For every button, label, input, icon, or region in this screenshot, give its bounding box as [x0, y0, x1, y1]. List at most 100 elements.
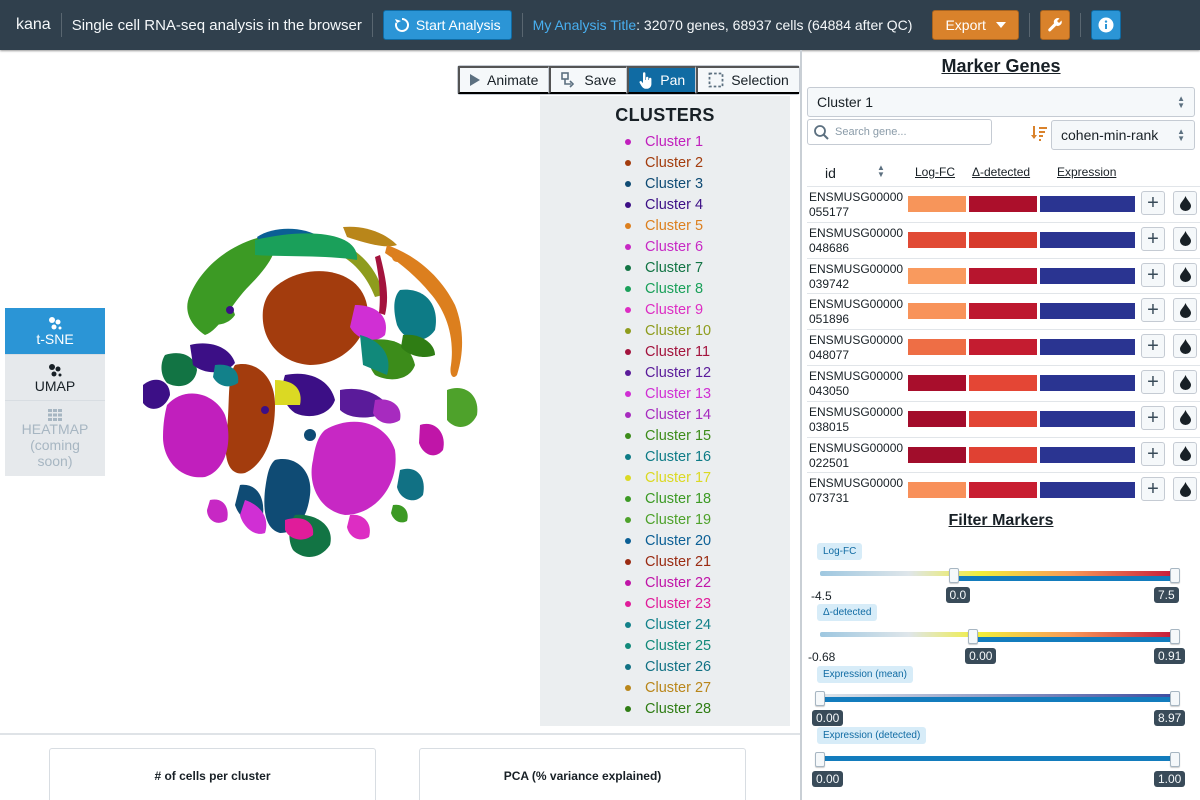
add-gene-button[interactable]: +	[1141, 370, 1165, 394]
selection-button[interactable]: Selection	[696, 66, 799, 94]
animate-button[interactable]: Animate	[458, 66, 550, 94]
clusters-legend: CLUSTERS Cluster 1 Cluster 2 Cluster 3 Clus…	[540, 96, 790, 726]
settings-wrench-button[interactable]	[1039, 10, 1070, 40]
pan-button[interactable]: Pan	[627, 66, 697, 94]
legend-item[interactable]: Cluster 12	[625, 362, 711, 383]
legend-item[interactable]: Cluster 3	[625, 173, 711, 194]
gene-search[interactable]	[807, 119, 992, 145]
wrench-icon	[1048, 18, 1062, 32]
legend-item[interactable]: Cluster 20	[625, 530, 711, 551]
add-gene-button[interactable]: +	[1141, 477, 1165, 502]
analysis-title-link[interactable]: My Analysis Title	[533, 17, 636, 33]
logfc-low-handle[interactable]	[948, 568, 959, 583]
legend-item[interactable]: Cluster 5	[625, 215, 711, 236]
legend-item-label: Cluster 8	[645, 280, 704, 297]
legend-item[interactable]: Cluster 19	[625, 509, 711, 530]
sort-caret-icon[interactable]: ▲ ▼	[877, 164, 885, 179]
legend-item-label: Cluster 24	[645, 616, 712, 633]
info-button[interactable]	[1090, 10, 1121, 40]
legend-item[interactable]: Cluster 13	[625, 383, 711, 404]
column-expression[interactable]: Expression	[1057, 165, 1116, 179]
table-row[interactable]: ENSMUSG00000043050 +	[807, 365, 1200, 401]
logfc-high-handle[interactable]	[1170, 568, 1180, 583]
table-row[interactable]: ENSMUSG00000055177 +	[807, 186, 1200, 222]
export-button[interactable]: Export	[932, 10, 1019, 40]
legend-item[interactable]: Cluster 14	[625, 404, 711, 425]
expression-detected-low-handle[interactable]	[815, 752, 825, 767]
cluster-select[interactable]: Cluster 1 ▲ ▼	[807, 87, 1195, 117]
legend-item[interactable]: Cluster 28	[625, 698, 711, 719]
tab-tsne[interactable]: t-SNE	[5, 308, 105, 354]
tsne-scatter-plot[interactable]	[135, 215, 495, 575]
color-by-gene-button[interactable]	[1173, 298, 1197, 323]
legend-item[interactable]: Cluster 9	[625, 299, 711, 320]
legend-item[interactable]: Cluster 27	[625, 677, 711, 698]
legend-item[interactable]: Cluster 18	[625, 488, 711, 509]
table-row[interactable]: ENSMUSG00000051896 +	[807, 293, 1200, 329]
legend-item[interactable]: Cluster 22	[625, 572, 711, 593]
table-row[interactable]: ENSMUSG00000073731 +	[807, 472, 1200, 508]
table-row[interactable]: ENSMUSG00000038015 +	[807, 400, 1200, 437]
color-by-gene-button[interactable]	[1173, 370, 1197, 394]
color-by-gene-button[interactable]	[1173, 226, 1197, 251]
add-gene-button[interactable]: +	[1141, 226, 1165, 251]
color-by-gene-button[interactable]	[1173, 334, 1197, 359]
add-gene-button[interactable]: +	[1141, 191, 1165, 215]
logfc-low-value: 0.0	[945, 587, 971, 603]
save-button[interactable]: Save	[549, 66, 628, 94]
rank-select[interactable]: cohen-min-rank ▲ ▼	[1051, 120, 1195, 150]
add-gene-button[interactable]: +	[1141, 441, 1165, 466]
legend-item[interactable]: Cluster 23	[625, 593, 711, 614]
legend-item[interactable]: Cluster 10	[625, 320, 711, 341]
legend-item[interactable]: Cluster 8	[625, 278, 711, 299]
legend-item[interactable]: Cluster 4	[625, 194, 711, 215]
search-input[interactable]	[835, 126, 985, 138]
legend-item[interactable]: Cluster 16	[625, 446, 711, 467]
play-icon	[470, 74, 480, 86]
legend-item[interactable]: Cluster 25	[625, 635, 711, 656]
add-gene-button[interactable]: +	[1141, 334, 1165, 359]
column-detected[interactable]: Δ-detected	[972, 165, 1030, 179]
color-by-gene-button[interactable]	[1173, 477, 1197, 502]
sort-desc-icon[interactable]	[1031, 125, 1047, 141]
legend-color-dot	[625, 537, 631, 544]
color-by-gene-button[interactable]	[1173, 191, 1197, 215]
expression-mean-low-value: 0.00	[812, 710, 844, 726]
table-row[interactable]: ENSMUSG00000048686 +	[807, 221, 1200, 258]
expression-cell	[1040, 303, 1135, 320]
legend-item[interactable]: Cluster 17	[625, 467, 711, 488]
color-by-gene-button[interactable]	[1173, 405, 1197, 430]
color-by-gene-button[interactable]	[1173, 441, 1197, 466]
expression-mean-low-handle[interactable]	[815, 691, 825, 706]
table-row[interactable]: ENSMUSG00000022501 +	[807, 436, 1200, 473]
legend-item[interactable]: Cluster 7	[625, 257, 711, 278]
tab-umap[interactable]: UMAP	[5, 354, 105, 400]
logfc-cell	[908, 410, 966, 427]
navbar-divider	[371, 13, 373, 37]
legend-item[interactable]: Cluster 15	[625, 425, 711, 446]
add-gene-button[interactable]: +	[1141, 405, 1165, 430]
expression-detected-high-handle[interactable]	[1170, 752, 1180, 767]
start-analysis-button[interactable]: Start Analysis	[382, 10, 512, 40]
table-row[interactable]: ENSMUSG00000039742 +	[807, 257, 1200, 294]
column-logfc[interactable]: Log-FC	[915, 165, 955, 179]
legend-item[interactable]: Cluster 6	[625, 236, 711, 257]
legend-item[interactable]: Cluster 24	[625, 614, 711, 635]
legend-item[interactable]: Cluster 11	[625, 341, 711, 362]
add-gene-button[interactable]: +	[1141, 262, 1165, 287]
gene-id: ENSMUSG00000048686	[809, 225, 904, 255]
legend-color-dot	[625, 663, 631, 670]
legend-item[interactable]: Cluster 26	[625, 656, 711, 677]
expression-mean-high-handle[interactable]	[1170, 691, 1180, 706]
table-row[interactable]: ENSMUSG00000048077 +	[807, 329, 1200, 365]
color-by-gene-button[interactable]	[1173, 262, 1197, 287]
expression-cell	[1040, 196, 1135, 212]
tint-icon	[1179, 374, 1191, 390]
navbar-divider	[1028, 13, 1030, 37]
detected-low-handle[interactable]	[968, 629, 979, 644]
legend-item[interactable]: Cluster 2	[625, 152, 711, 173]
detected-high-handle[interactable]	[1170, 629, 1180, 644]
legend-item[interactable]: Cluster 21	[625, 551, 711, 572]
add-gene-button[interactable]: +	[1141, 298, 1165, 323]
legend-item[interactable]: Cluster 1	[625, 131, 711, 152]
